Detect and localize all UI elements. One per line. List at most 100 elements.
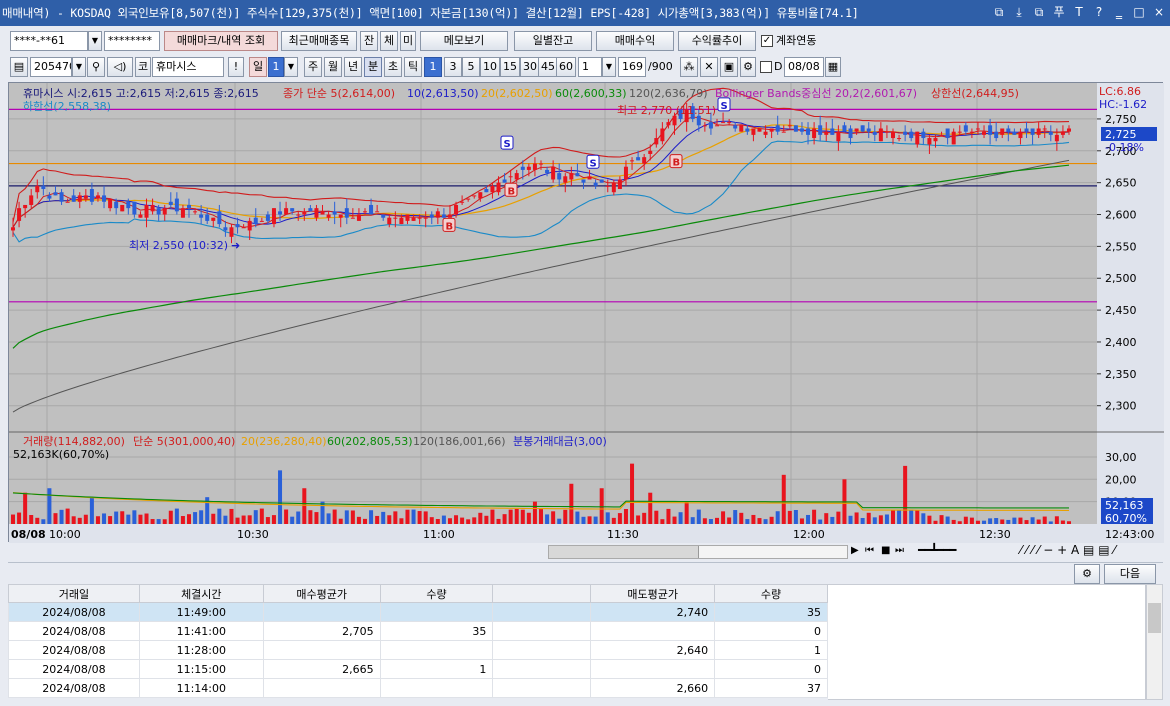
period-month[interactable]: 월 bbox=[324, 57, 342, 77]
table-row[interactable]: 2024/08/08 11:49:00 2,740 35 bbox=[8, 602, 828, 622]
search-icon[interactable]: ⚲ bbox=[87, 57, 105, 77]
interval-30[interactable]: 30 bbox=[520, 57, 540, 77]
interval-15[interactable]: 15 bbox=[500, 57, 520, 77]
sound-icon[interactable]: ◁) bbox=[107, 57, 133, 77]
period-second[interactable]: 초 bbox=[384, 57, 402, 77]
interval-5[interactable]: 5 bbox=[462, 57, 480, 77]
cell-sell-qty: 35 bbox=[714, 602, 828, 622]
date-input[interactable]: 08/08 bbox=[784, 57, 824, 77]
draw-icon[interactable]: ✕ bbox=[700, 57, 718, 77]
balance-button[interactable]: 잔 bbox=[360, 31, 378, 51]
recent-trades-button[interactable]: 최근매매종목 bbox=[281, 31, 357, 51]
interval-60[interactable]: 60 bbox=[556, 57, 576, 77]
layout-icon[interactable]: ▤ bbox=[10, 57, 28, 77]
time-tick-label: 10:00 bbox=[49, 528, 81, 541]
candle-body bbox=[915, 131, 920, 145]
period-tick[interactable]: 틱 bbox=[404, 57, 422, 77]
rewind-icon[interactable]: ⏮ bbox=[865, 545, 874, 556]
period-week[interactable]: 주 bbox=[304, 57, 322, 77]
table-row[interactable]: 2024/08/08 11:15:00 2,665 1 0 bbox=[8, 659, 828, 679]
tool-icons[interactable]: ⁄ ⁄ ⁄ ⁄ − + A ▤ ▤ ⁄ bbox=[1020, 543, 1115, 557]
time-tick-label: 11:30 bbox=[607, 528, 639, 541]
executed-button[interactable]: 체 bbox=[380, 31, 398, 51]
time-tick-label: 11:00 bbox=[423, 528, 455, 541]
volume-bar bbox=[830, 516, 835, 524]
bar-count-input[interactable]: 169 bbox=[618, 57, 646, 77]
col-buy-avg[interactable]: 매수평균가 bbox=[262, 584, 381, 603]
save-icon[interactable]: ▣ bbox=[720, 57, 738, 77]
interval-1[interactable]: 1 bbox=[424, 57, 442, 77]
interval-input[interactable]: 1 bbox=[578, 57, 602, 77]
unfilled-button[interactable]: 미 bbox=[400, 31, 416, 51]
stock-code-input[interactable]: 205470 bbox=[30, 57, 72, 77]
gear-icon[interactable]: ⚙ bbox=[740, 57, 756, 77]
interval-10[interactable]: 10 bbox=[480, 57, 500, 77]
daily-balance-button[interactable]: 일별잔고 bbox=[514, 31, 592, 51]
close-icon[interactable]: × bbox=[1152, 4, 1166, 20]
calendar-icon[interactable]: ▦ bbox=[825, 57, 841, 77]
memo-button[interactable]: 메모보기 bbox=[420, 31, 508, 51]
volume-bar bbox=[460, 517, 465, 524]
period-minute[interactable]: 분 bbox=[364, 57, 382, 77]
price-volume-chart[interactable]: BSBSBS 30,0020,0010,00 2,7502,7002,6502,… bbox=[9, 83, 1164, 543]
table-scroll-thumb[interactable] bbox=[1148, 603, 1161, 633]
chevron-down-icon[interactable]: ▼ bbox=[284, 57, 298, 77]
help-icon[interactable]: ? bbox=[1092, 4, 1106, 20]
account-select[interactable]: ****-**61 bbox=[10, 31, 88, 51]
interval-3[interactable]: 3 bbox=[444, 57, 462, 77]
candle-body bbox=[284, 208, 289, 215]
table-scrollbar[interactable] bbox=[1146, 584, 1163, 700]
scroll-thumb[interactable] bbox=[549, 546, 699, 558]
password-field[interactable]: ******** bbox=[104, 31, 160, 51]
chevron-down-icon[interactable]: ▼ bbox=[88, 31, 102, 51]
maximize-icon[interactable]: □ bbox=[1132, 4, 1146, 20]
alert-icon[interactable]: ! bbox=[228, 57, 244, 77]
tile-icon[interactable]: ⧉ bbox=[1032, 4, 1046, 20]
stop-icon[interactable]: ■ bbox=[881, 545, 890, 556]
table-row[interactable]: 2024/08/08 11:14:00 2,660 37 bbox=[8, 678, 828, 698]
candle-body bbox=[818, 125, 823, 135]
cell-sell-qty: 0 bbox=[714, 659, 828, 679]
period-day[interactable]: 일 bbox=[249, 57, 267, 77]
download-icon[interactable]: ⤓ bbox=[1012, 4, 1026, 20]
profit-trend-button[interactable]: 수익률추이 bbox=[678, 31, 756, 51]
col-exec-time[interactable]: 체결시간 bbox=[138, 584, 264, 603]
trade-mark-query-button[interactable]: 매매마크/내역 조회 bbox=[164, 31, 278, 51]
forward-icon[interactable]: ⏭ bbox=[895, 545, 904, 556]
market-prefix[interactable]: 코 bbox=[135, 57, 151, 77]
account-link-checkbox[interactable]: ✓ bbox=[761, 35, 773, 47]
next-button[interactable]: 다음 bbox=[1104, 564, 1156, 584]
font-icon[interactable]: T bbox=[1072, 4, 1086, 20]
stock-name-field[interactable]: 휴마시스 bbox=[152, 57, 224, 77]
volume-bar bbox=[478, 512, 483, 524]
volume-bar bbox=[818, 519, 823, 524]
col-trade-date[interactable]: 거래일 bbox=[8, 584, 140, 603]
candle-body bbox=[927, 138, 932, 145]
volume-bar bbox=[356, 516, 361, 524]
indicator-icon[interactable]: ⁂ bbox=[680, 57, 698, 77]
play-icon[interactable]: ▶ bbox=[851, 545, 859, 556]
restore-icon[interactable]: ⧉ bbox=[992, 4, 1006, 20]
zoom-slider[interactable]: ━━┻━━━ bbox=[918, 543, 956, 557]
chevron-down-icon[interactable]: ▼ bbox=[72, 57, 86, 77]
table-row[interactable]: 2024/08/08 11:28:00 2,640 1 bbox=[8, 640, 828, 660]
chart-scrollbar[interactable] bbox=[548, 545, 848, 559]
col-sell-avg[interactable]: 매도평균가 bbox=[590, 584, 716, 603]
volume-bar bbox=[168, 510, 173, 524]
volume-bar bbox=[933, 520, 938, 524]
volume-bar bbox=[308, 510, 313, 524]
volume-bar bbox=[951, 519, 956, 524]
chevron-down-icon[interactable]: ▼ bbox=[602, 57, 616, 77]
col-sell-qty[interactable]: 수량 bbox=[714, 584, 828, 603]
pin-icon[interactable]: 푸 bbox=[1052, 4, 1066, 20]
period-year[interactable]: 년 bbox=[344, 57, 362, 77]
period-count[interactable]: 1 bbox=[268, 57, 284, 77]
table-row[interactable]: 2024/08/08 11:41:00 2,705 35 0 bbox=[8, 621, 828, 641]
col-buy-qty[interactable]: 수량 bbox=[379, 584, 494, 603]
minimize-icon[interactable]: ‗ bbox=[1112, 4, 1126, 20]
d-checkbox[interactable] bbox=[760, 61, 772, 73]
chart-area[interactable]: BSBSBS 30,0020,0010,00 2,7502,7002,6502,… bbox=[8, 82, 1164, 543]
trade-profit-button[interactable]: 매매수익 bbox=[596, 31, 674, 51]
interval-45[interactable]: 45 bbox=[538, 57, 558, 77]
settings-gear-icon[interactable]: ⚙ bbox=[1074, 564, 1100, 584]
